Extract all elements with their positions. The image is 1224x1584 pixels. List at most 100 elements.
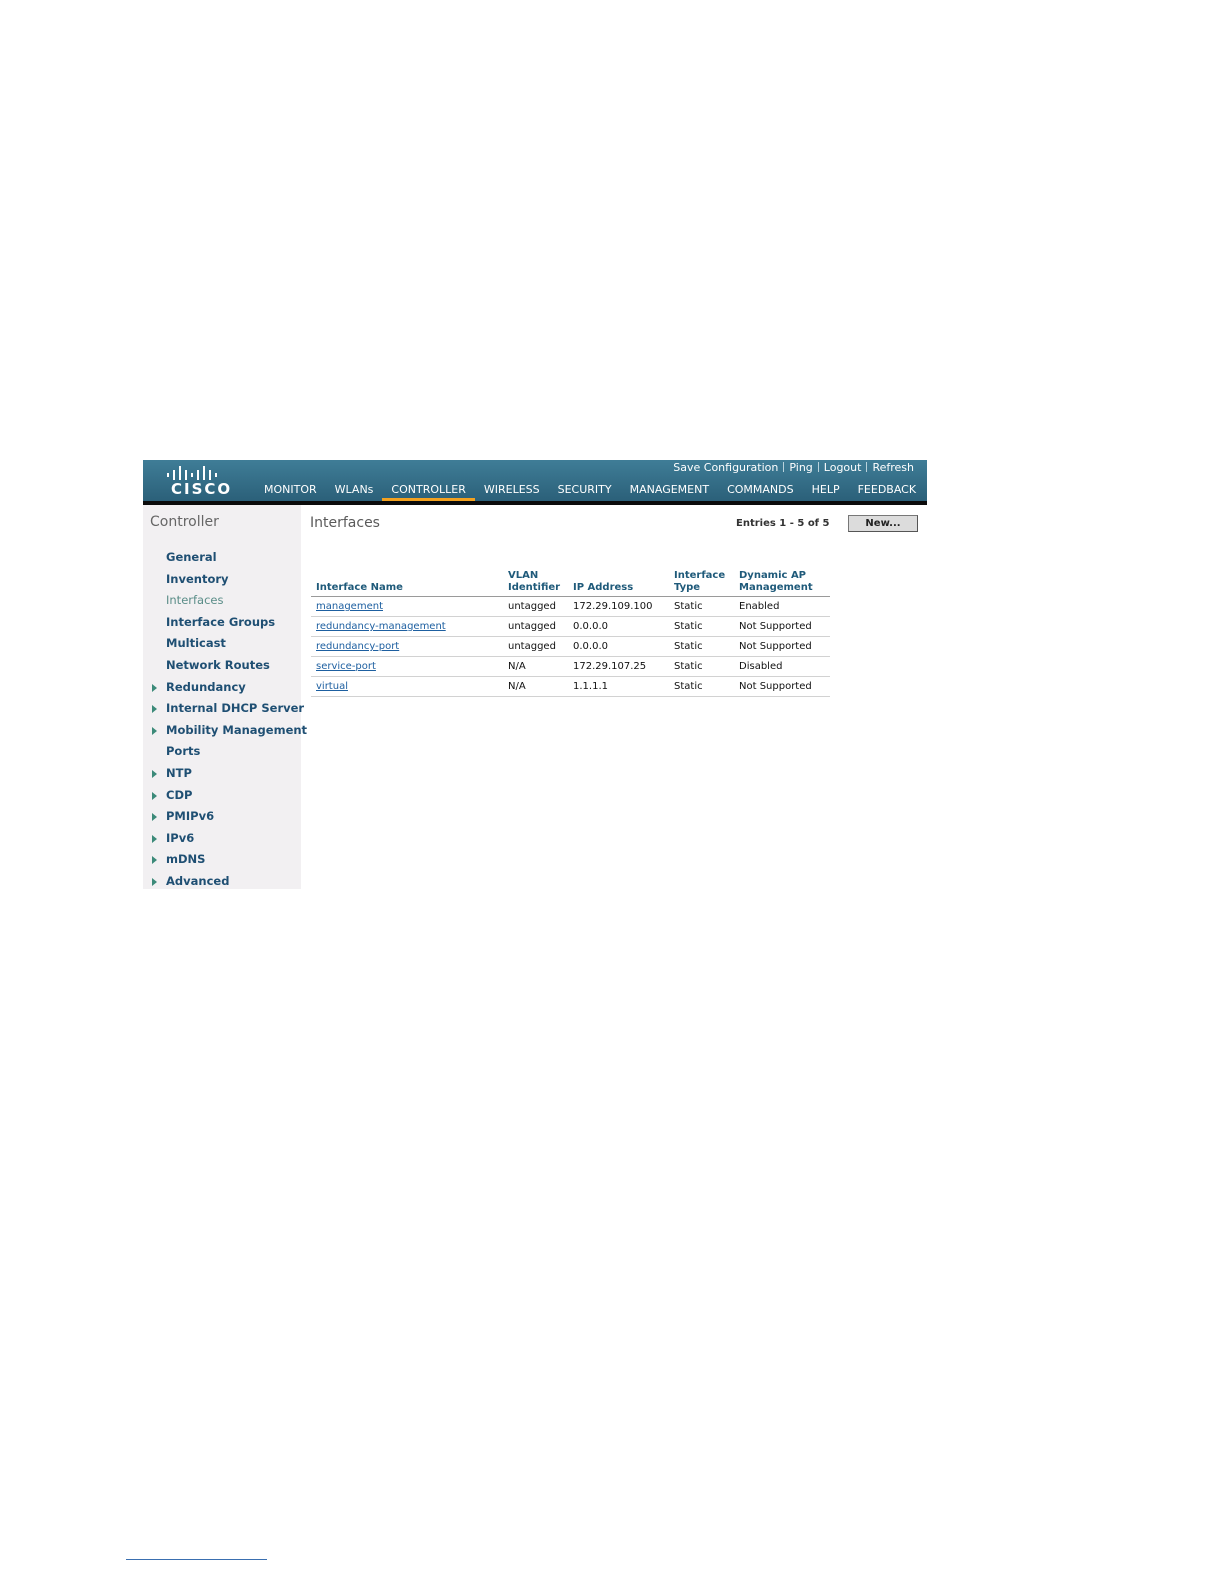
sidebar-item-label: Mobility Management <box>166 722 308 737</box>
footnote-rule <box>126 1559 267 1560</box>
table-cell: Not Supported <box>734 636 830 657</box>
sidebar-item-internal-dhcp-server[interactable]: Internal DHCP Server <box>143 698 304 720</box>
sidebar-item-label: PMIPv6 <box>166 809 215 824</box>
table-cell: Static <box>669 656 734 677</box>
table-cell: Static <box>669 636 734 657</box>
cell-value: 0.0.0.0 <box>573 621 608 632</box>
table-cell: 0.0.0.0 <box>568 616 669 637</box>
table-cell: Static <box>669 596 734 617</box>
table-cell: 1.1.1.1 <box>568 676 669 697</box>
table-cell: redundancy-management <box>311 616 503 637</box>
table-cell: 172.29.109.100 <box>568 596 669 617</box>
expand-arrow-icon[interactable] <box>152 791 157 800</box>
nav-commands[interactable]: COMMANDS <box>718 483 803 501</box>
table-cell: untagged <box>503 616 568 637</box>
table-cell: untagged <box>503 636 568 657</box>
sidebar-item-interfaces[interactable]: Interfaces <box>143 590 301 612</box>
column-header-text: Interface <box>674 570 726 581</box>
sidebar-item-interface-groups[interactable]: Interface Groups <box>143 612 301 634</box>
cell-value: 172.29.109.100 <box>573 601 653 612</box>
interface-link[interactable]: virtual <box>316 681 348 692</box>
nav-wireless[interactable]: WIRELESS <box>475 483 549 501</box>
top-link-logout[interactable]: Logout <box>819 461 867 474</box>
expand-arrow-icon[interactable] <box>152 683 157 692</box>
sidebar-item-advanced[interactable]: Advanced <box>143 871 301 893</box>
sidebar-item-label: CDP <box>166 787 193 802</box>
nav-security[interactable]: SECURITY <box>549 483 621 501</box>
sidebar-item-pmipv6[interactable]: PMIPv6 <box>143 806 301 828</box>
cell-value: Static <box>674 621 703 632</box>
sidebar-item-mobility-management[interactable]: Mobility Management <box>143 720 307 742</box>
header-bar: CISCO Save Configuration Ping Logout Refres… <box>143 460 927 501</box>
sidebar-item-inventory[interactable]: Inventory <box>143 569 301 591</box>
controller-window: CISCO Save Configuration Ping Logout Refres… <box>143 460 927 889</box>
interfaces-table: Interface Name VLAN Identifier IP Address In… <box>311 568 830 697</box>
cell-value: untagged <box>508 621 556 632</box>
expand-arrow-icon[interactable] <box>152 705 157 714</box>
sidebar-item-label: Redundancy <box>166 679 246 694</box>
sidebar-item-cdp[interactable]: CDP <box>143 785 301 807</box>
table-row: virtual N/A 1.1.1.1 Static Not Supported <box>311 676 830 697</box>
column-header-dynamic-ap-management: Dynamic AP Management <box>734 568 830 597</box>
expand-arrow-icon[interactable] <box>152 726 157 735</box>
sidebar-item-network-routes[interactable]: Network Routes <box>143 655 301 677</box>
table-cell: Not Supported <box>734 676 830 697</box>
main-nav: MONITOR WLANs CONTROLLER WIRELESS SECURITY MA… <box>255 483 925 501</box>
sidebar-item-redundancy[interactable]: Redundancy <box>143 677 301 699</box>
table-body: management untagged 172.29.109.100 Static En… <box>311 596 830 697</box>
top-link-refresh[interactable]: Refresh <box>867 461 919 474</box>
nav-management[interactable]: MANAGEMENT <box>621 483 718 501</box>
table-cell: virtual <box>311 676 503 697</box>
sidebar-item-label: mDNS <box>166 852 206 867</box>
cell-value: Static <box>674 681 703 692</box>
interface-link[interactable]: service-port <box>316 661 376 672</box>
table-cell: Static <box>669 676 734 697</box>
cell-value: Not Supported <box>739 681 812 692</box>
sidebar-item-ntp[interactable]: NTP <box>143 763 301 785</box>
sidebar-item-label: Interfaces <box>166 593 224 608</box>
sidebar-item-general[interactable]: General <box>143 547 301 569</box>
top-link-ping[interactable]: Ping <box>784 461 817 474</box>
cell-value: 1.1.1.1 <box>573 681 608 692</box>
cell-value: Enabled <box>739 601 780 612</box>
cell-value: N/A <box>508 661 526 672</box>
sidebar-item-label: Ports <box>166 744 201 759</box>
new-button[interactable]: New... <box>848 515 918 532</box>
table-cell: management <box>311 596 503 617</box>
column-header-text: Dynamic AP <box>739 570 807 581</box>
sidebar-item-ports[interactable]: Ports <box>143 741 301 763</box>
nav-wlans[interactable]: WLANs <box>326 483 383 501</box>
cell-value: 0.0.0.0 <box>573 641 608 652</box>
expand-arrow-icon[interactable] <box>152 856 157 865</box>
nav-feedback[interactable]: FEEDBACK <box>849 483 925 501</box>
interface-link[interactable]: redundancy-management <box>316 621 446 632</box>
sidebar-item-ipv6[interactable]: IPv6 <box>143 828 301 850</box>
column-header-vlan-identifier: VLAN Identifier <box>503 568 568 597</box>
nav-monitor[interactable]: MONITOR <box>255 483 326 501</box>
expand-arrow-icon[interactable] <box>152 769 157 778</box>
top-links: Save Configuration Ping Logout Refresh <box>668 460 919 474</box>
nav-help[interactable]: HELP <box>803 483 849 501</box>
cell-value: untagged <box>508 641 556 652</box>
sidebar-list: General Inventory Interfaces Interface Grou… <box>143 547 307 893</box>
column-header-text: VLAN <box>508 570 539 581</box>
expand-arrow-icon[interactable] <box>152 834 157 843</box>
sidebar-item-label: Interface Groups <box>166 614 276 629</box>
interface-link[interactable]: management <box>316 601 383 612</box>
table-row: redundancy-management untagged 0.0.0.0 Stat… <box>311 616 830 637</box>
column-header-text: Type <box>674 582 701 593</box>
nav-controller[interactable]: CONTROLLER <box>382 483 476 501</box>
sidebar-item-mdns[interactable]: mDNS <box>143 849 301 871</box>
top-link-save-configuration[interactable]: Save Configuration <box>668 461 783 474</box>
column-header-text: IP Address <box>573 582 634 593</box>
expand-arrow-icon[interactable] <box>152 877 157 886</box>
cell-value: N/A <box>508 681 526 692</box>
expand-arrow-icon[interactable] <box>152 813 157 822</box>
sidebar-item-label: Network Routes <box>166 657 270 672</box>
interface-link[interactable]: redundancy-port <box>316 641 399 652</box>
cisco-logo-text: CISCO <box>171 480 233 498</box>
sidebar-item-multicast[interactable]: Multicast <box>143 633 301 655</box>
cell-value: Static <box>674 661 703 672</box>
cell-value: Static <box>674 641 703 652</box>
cell-value: Static <box>674 601 703 612</box>
